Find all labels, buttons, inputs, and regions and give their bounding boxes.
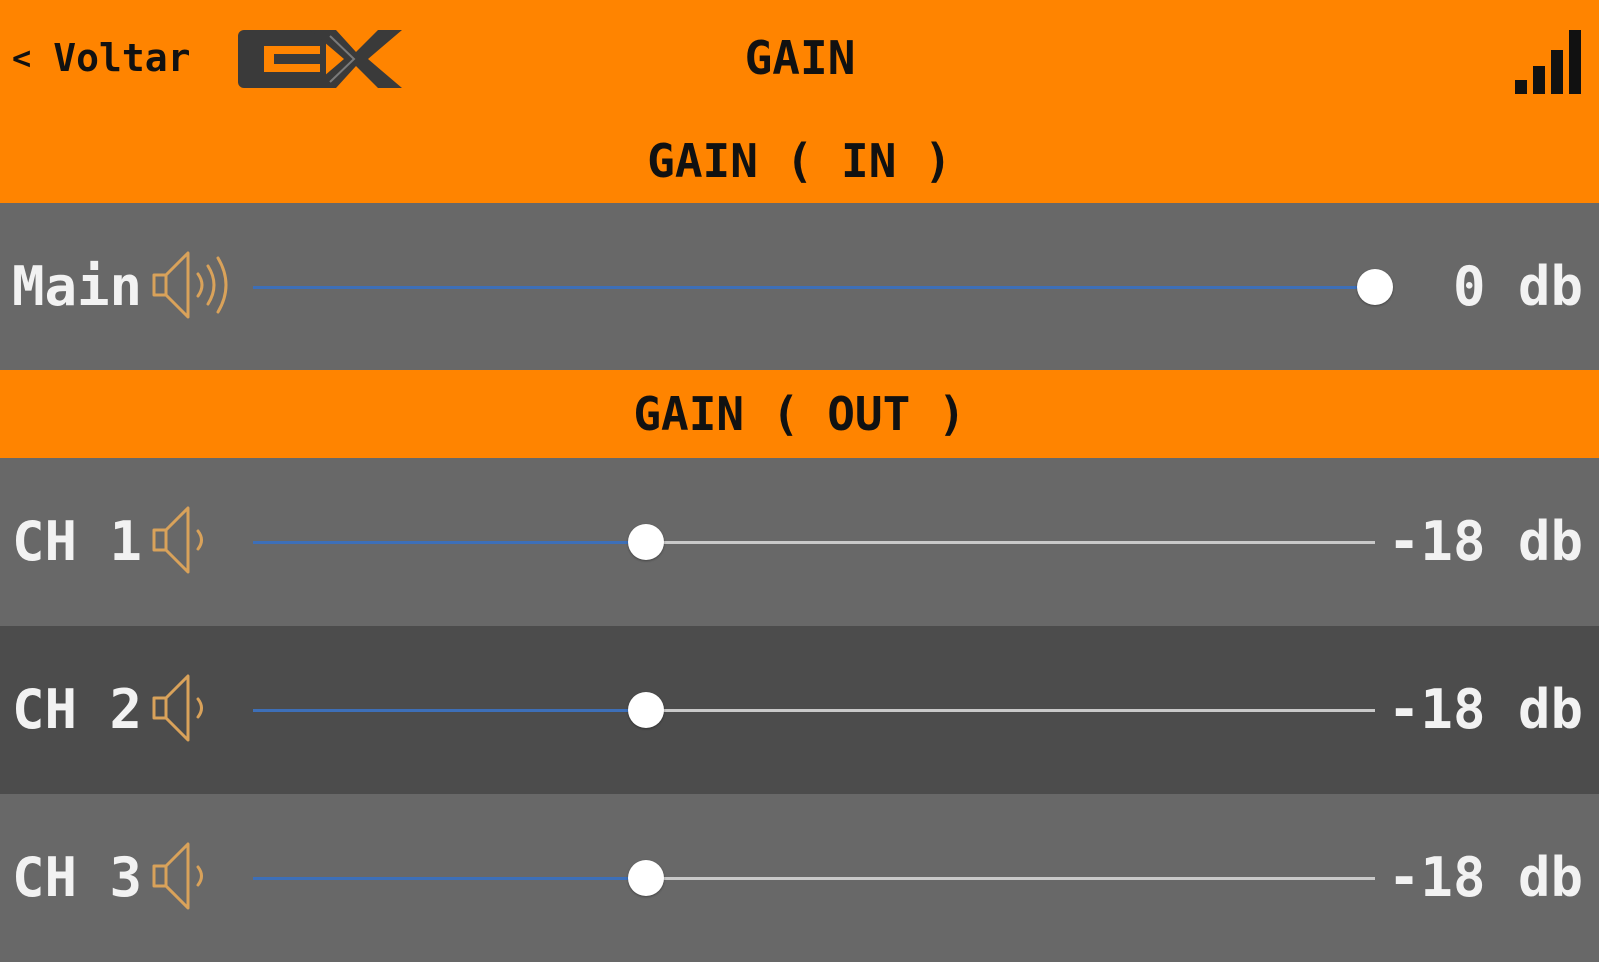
slider-fill	[253, 877, 646, 880]
speaker-icon[interactable]	[150, 839, 214, 917]
back-button[interactable]: < Voltar	[12, 34, 191, 82]
slider-fill	[253, 709, 646, 712]
back-label: Voltar	[53, 36, 191, 80]
gain-slider[interactable]	[253, 269, 1393, 305]
section-gain-out-title: GAIN ( OUT )	[633, 387, 966, 441]
signal-bars-icon	[1513, 24, 1585, 100]
gain-value: -18 db	[1387, 510, 1583, 573]
slider-thumb[interactable]	[627, 860, 664, 896]
brand-logo	[238, 26, 402, 96]
gain-slider[interactable]	[253, 524, 1375, 560]
channel-label: CH 2	[12, 678, 143, 741]
gain-value: 0 db	[1452, 255, 1583, 318]
gain-slider[interactable]	[253, 860, 1375, 896]
gain-value: -18 db	[1387, 846, 1583, 909]
slider-fill	[253, 541, 646, 544]
gain-value: -18 db	[1387, 678, 1583, 741]
channel-label: Main	[12, 255, 143, 318]
top-bar: < Voltar GAIN GAIN ( IN )	[0, 0, 1599, 203]
chevron-left-icon: <	[12, 39, 32, 77]
slider-thumb[interactable]	[627, 692, 664, 728]
page-title: GAIN	[744, 31, 856, 85]
speaker-icon[interactable]	[150, 671, 214, 749]
gain-slider[interactable]	[253, 692, 1375, 728]
channel-label: CH 1	[12, 510, 143, 573]
speaker-loud-icon[interactable]	[150, 248, 236, 326]
gain-row-ch1: CH 1 -18 db	[0, 458, 1599, 626]
slider-fill	[253, 286, 1375, 289]
channel-label: CH 3	[12, 846, 143, 909]
speaker-icon[interactable]	[150, 503, 214, 581]
slider-thumb[interactable]	[627, 524, 664, 560]
gain-row-main: Main 0 db	[0, 203, 1599, 371]
gain-row-ch3: CH 3 -18 db	[0, 794, 1599, 962]
gain-row-ch2: CH 2 -18 db	[0, 626, 1599, 794]
section-gain-in-title: GAIN ( IN )	[647, 134, 952, 188]
slider-thumb[interactable]	[1357, 269, 1393, 305]
